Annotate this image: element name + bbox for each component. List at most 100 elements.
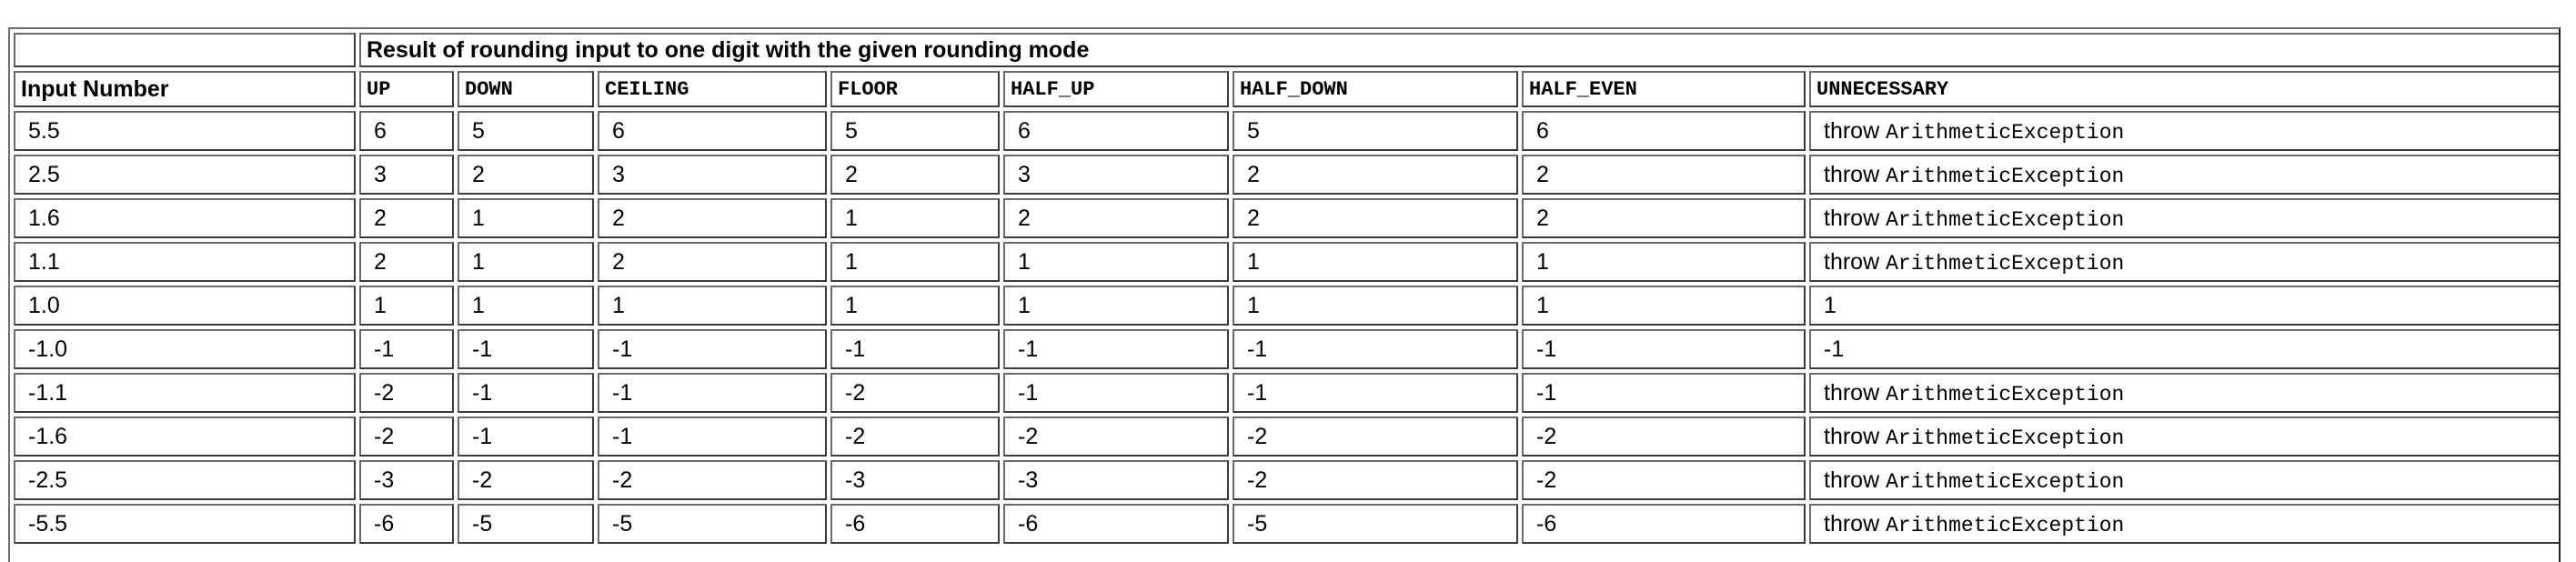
table-row: 1.6 2 1 2 1 2 2 2 throw ArithmeticException — [14, 198, 2559, 238]
column-header-half-up: HALF_UP — [1003, 71, 1229, 107]
throw-word: throw — [1824, 248, 1880, 275]
cell-up: 2 — [359, 242, 454, 282]
cell-ceiling: 6 — [598, 111, 827, 151]
exception-name: ArithmeticException — [1886, 382, 2125, 406]
throw-word: throw — [1824, 161, 1880, 187]
cell-half-down: -2 — [1233, 416, 1518, 457]
throw-word: throw — [1824, 510, 1880, 537]
cell-unnecessary: throw ArithmeticException — [1809, 155, 2559, 195]
cell-up: -6 — [359, 504, 454, 544]
cell-input-number: 1.0 — [14, 286, 356, 326]
cell-half-even: 6 — [1522, 111, 1806, 151]
cell-input-number: 2.5 — [14, 155, 356, 195]
cell-half-up: 3 — [1003, 155, 1229, 195]
cell-ceiling: 3 — [598, 155, 827, 195]
exception-name: ArithmeticException — [1886, 251, 2125, 276]
cell-half-down: -1 — [1233, 373, 1518, 413]
cell-ceiling: -5 — [598, 504, 827, 544]
cell-up: 2 — [359, 198, 454, 238]
table-row: 5.5 6 5 6 5 6 5 6 throw ArithmeticException — [14, 111, 2559, 151]
cell-half-down: 2 — [1233, 155, 1518, 195]
cell-floor: -1 — [830, 329, 1000, 369]
rounding-table-frame: Result of rounding input to one digit wi… — [8, 27, 2561, 562]
cell-input-number: -1.1 — [14, 373, 356, 413]
cell-half-even: -2 — [1522, 460, 1806, 500]
table-row: 2.5 3 2 3 2 3 2 2 throw ArithmeticException — [14, 155, 2559, 195]
cell-input-number: 5.5 — [14, 111, 356, 151]
column-header-floor: FLOOR — [830, 71, 1000, 107]
cell-half-even: 2 — [1522, 155, 1806, 195]
exception-name: ArithmeticException — [1886, 207, 2125, 232]
cell-ceiling: -2 — [598, 460, 827, 500]
cell-half-up: -2 — [1003, 416, 1229, 457]
cell-up: -2 — [359, 416, 454, 457]
cell-input-number: 1.1 — [14, 242, 356, 282]
cell-half-even: 1 — [1522, 286, 1806, 326]
cell-floor: 2 — [830, 155, 1000, 195]
cell-up: 6 — [359, 111, 454, 151]
cell-half-down: -1 — [1233, 329, 1518, 369]
cell-half-even: -6 — [1522, 504, 1806, 544]
cell-ceiling: -1 — [598, 329, 827, 369]
throw-word: throw — [1824, 379, 1880, 406]
cell-floor: 1 — [830, 242, 1000, 282]
column-header-up: UP — [359, 71, 454, 107]
column-header-ceiling: CEILING — [598, 71, 827, 107]
cell-down: 2 — [458, 155, 594, 195]
cell-floor: 5 — [830, 111, 1000, 151]
cell-input-number: -2.5 — [14, 460, 356, 500]
cell-down: -1 — [458, 416, 594, 457]
cell-half-even: 2 — [1522, 198, 1806, 238]
cell-unnecessary: throw ArithmeticException — [1809, 242, 2559, 282]
cell-half-down: 5 — [1233, 111, 1518, 151]
cell-down: -5 — [458, 504, 594, 544]
cell-floor: -3 — [830, 460, 1000, 500]
table-row: -1.6 -2 -1 -1 -2 -2 -2 -2 throw ArithmeticExcept… — [14, 416, 2559, 457]
table-caption: Result of rounding input to one digit wi… — [359, 33, 2559, 67]
throw-word: throw — [1824, 117, 1880, 144]
cell-half-even: -1 — [1522, 373, 1806, 413]
column-header-half-down: HALF_DOWN — [1233, 71, 1518, 107]
column-header-down: DOWN — [458, 71, 594, 107]
cell-up: 3 — [359, 155, 454, 195]
cell-half-even: -2 — [1522, 416, 1806, 457]
table-row: 1.1 2 1 2 1 1 1 1 throw ArithmeticException — [14, 242, 2559, 282]
cell-input-number: -1.6 — [14, 416, 356, 457]
cell-floor: -2 — [830, 373, 1000, 413]
cell-unnecessary: -1 — [1809, 329, 2559, 369]
cell-up: -3 — [359, 460, 454, 500]
cell-input-number: 1.6 — [14, 198, 356, 238]
cell-unnecessary: throw ArithmeticException — [1809, 504, 2559, 544]
cell-half-down: 2 — [1233, 198, 1518, 238]
table-row: -1.0 -1 -1 -1 -1 -1 -1 -1 -1 — [14, 329, 2559, 369]
exception-name: ArithmeticException — [1886, 164, 2125, 188]
exception-name: ArithmeticException — [1886, 513, 2125, 537]
cell-half-down: 1 — [1233, 242, 1518, 282]
cell-ceiling: -1 — [598, 416, 827, 457]
cell-half-up: -1 — [1003, 373, 1229, 413]
cell-floor: 1 — [830, 286, 1000, 326]
table-row: 1.0 1 1 1 1 1 1 1 1 — [14, 286, 2559, 326]
column-header-half-even: HALF_EVEN — [1522, 71, 1806, 107]
cell-half-down: -2 — [1233, 460, 1518, 500]
cell-half-up: 1 — [1003, 242, 1229, 282]
cell-down: 1 — [458, 242, 594, 282]
cell-down: -1 — [458, 329, 594, 369]
column-header-unnecessary: UNNECESSARY — [1809, 71, 2559, 107]
cell-half-down: 1 — [1233, 286, 1518, 326]
throw-word: throw — [1824, 423, 1880, 449]
cell-up: -1 — [359, 329, 454, 369]
column-header-row: Input Number UP DOWN CEILING FLOOR HALF_… — [14, 71, 2559, 107]
cell-floor: 1 — [830, 198, 1000, 238]
rounding-mode-table: Result of rounding input to one digit wi… — [10, 29, 2559, 547]
cell-half-up: 6 — [1003, 111, 1229, 151]
cell-half-up: -3 — [1003, 460, 1229, 500]
cell-half-up: 2 — [1003, 198, 1229, 238]
cell-half-up: -1 — [1003, 329, 1229, 369]
throw-word: throw — [1824, 205, 1880, 231]
cell-unnecessary: throw ArithmeticException — [1809, 198, 2559, 238]
cell-input-number: -5.5 — [14, 504, 356, 544]
column-header-input: Input Number — [14, 71, 356, 107]
cell-up: 1 — [359, 286, 454, 326]
cell-down: 5 — [458, 111, 594, 151]
